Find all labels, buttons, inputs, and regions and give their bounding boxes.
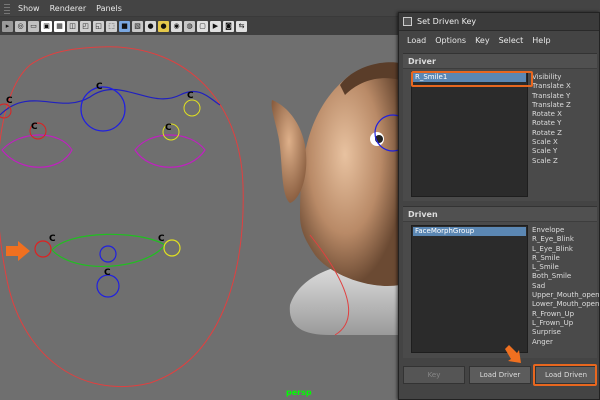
driver-attribute-list[interactable]: Visibility Translate X Translate Y Translat…: [530, 73, 597, 166]
playblast-icon[interactable]: ▶: [210, 20, 221, 32]
driven-attribute-item[interactable]: L_Smile: [530, 263, 597, 272]
use-lights-icon[interactable]: ●: [145, 20, 156, 32]
driver-attribute-item[interactable]: Scale Y: [530, 147, 597, 156]
window-title: Set Driven Key: [417, 17, 477, 26]
wireframe-cube-icon[interactable]: ⬚: [106, 20, 117, 32]
driven-attribute-item[interactable]: Upper_Mouth_open: [530, 291, 600, 300]
xray-icon[interactable]: ◍: [184, 20, 195, 32]
safe-action-icon[interactable]: ◱: [93, 20, 104, 32]
menu-panels[interactable]: Panels: [96, 4, 122, 13]
snapshot-icon[interactable]: ◙: [223, 20, 234, 32]
driven-attribute-item[interactable]: L_Frown_Up: [530, 319, 597, 328]
textured-icon[interactable]: ▧: [132, 20, 143, 32]
isolate-icon[interactable]: ▢: [197, 20, 208, 32]
film-gate-icon[interactable]: ◫: [67, 20, 78, 32]
driver-heading: Driver: [403, 54, 597, 69]
window-titlebar[interactable]: Set Driven Key: [399, 13, 599, 31]
driven-attribute-item[interactable]: Both_Smile: [530, 272, 597, 281]
driver-attribute-item[interactable]: Translate Y: [530, 92, 597, 101]
arrow-icon: [6, 241, 30, 261]
character-head: [271, 62, 412, 336]
driven-attribute-list[interactable]: Envelope R_Eye_Blink L_Eye_Blink R_Smile L_S…: [530, 226, 600, 347]
load-driver-button[interactable]: Load Driver: [469, 366, 531, 384]
shadows-icon[interactable]: ●: [158, 20, 169, 32]
driver-attribute-item[interactable]: Translate X: [530, 82, 597, 91]
driver-attribute-item[interactable]: Scale Z: [530, 157, 597, 166]
driver-attribute-item[interactable]: Visibility: [530, 73, 597, 82]
driver-object-list[interactable]: R_Smile1: [411, 71, 528, 197]
driven-attribute-item[interactable]: R_Smile: [530, 254, 597, 263]
ear: [271, 100, 307, 203]
load-driven-button[interactable]: Load Driven: [535, 366, 597, 384]
jaw-control: [96, 274, 120, 298]
driven-object-list[interactable]: FaceMorphGroup: [411, 225, 528, 353]
image-plane-icon[interactable]: ▣: [41, 20, 52, 32]
left-eye-shape: [1, 134, 73, 168]
menu-key[interactable]: Key: [475, 36, 490, 45]
arrow-icon: [505, 345, 521, 363]
driven-attribute-item[interactable]: Envelope: [530, 226, 597, 235]
select-icon[interactable]: ▸: [2, 20, 13, 32]
camera-label: persp: [286, 388, 312, 397]
menu-options[interactable]: Options: [435, 36, 466, 45]
brow-right-control: [183, 99, 201, 117]
sdk-button-bar: Key Load Driver Load Driven: [403, 366, 597, 388]
high-quality-icon[interactable]: ◉: [171, 20, 182, 32]
driver-object-item[interactable]: R_Smile1: [413, 73, 526, 82]
driver-attribute-item[interactable]: Rotate X: [530, 110, 597, 119]
resolution-gate-icon[interactable]: ◰: [80, 20, 91, 32]
driven-attribute-item[interactable]: R_Eye_Blink: [530, 235, 597, 244]
driven-heading: Driven: [403, 207, 597, 222]
share-icon[interactable]: ⇆: [236, 20, 247, 32]
upper-lip-control: [99, 245, 117, 263]
brow-center-control: [80, 86, 126, 132]
driven-attribute-item[interactable]: Lower_Mouth_open: [530, 300, 599, 309]
control-letter: C: [49, 234, 56, 244]
menu-load[interactable]: Load: [407, 36, 426, 45]
driven-attribute-item[interactable]: Anger: [530, 338, 597, 347]
control-letter: C: [31, 122, 38, 132]
driver-attribute-item[interactable]: Rotate Z: [530, 129, 597, 138]
smooth-shade-icon[interactable]: ■: [119, 20, 130, 32]
control-letter: C: [104, 268, 111, 278]
driven-attribute-item[interactable]: Surprise: [530, 328, 597, 337]
set-driven-key-window: Set Driven Key Load Options Key Select H…: [398, 12, 600, 400]
sdk-menubar: Load Options Key Select Help: [399, 31, 599, 49]
bookmark-icon[interactable]: ▭: [28, 20, 39, 32]
window-icon: [403, 17, 412, 26]
driver-attribute-item[interactable]: Translate Z: [530, 101, 597, 110]
driven-attribute-item[interactable]: R_Frown_Up: [530, 310, 597, 319]
menu-renderer[interactable]: Renderer: [50, 4, 87, 13]
camera-icon[interactable]: ◎: [15, 20, 26, 32]
driven-attribute-item[interactable]: L_Eye_Blink: [530, 245, 597, 254]
driven-attribute-item[interactable]: Sad: [530, 282, 597, 291]
control-letter: C: [187, 91, 194, 101]
control-letter: C: [6, 96, 13, 106]
control-letter: C: [165, 123, 172, 133]
menu-select[interactable]: Select: [499, 36, 524, 45]
driven-object-item[interactable]: FaceMorphGroup: [413, 227, 526, 236]
key-button[interactable]: Key: [403, 366, 465, 384]
control-letter: C: [158, 234, 165, 244]
smile-left-control: [163, 239, 181, 257]
control-letter: C: [96, 82, 103, 92]
driver-attribute-item[interactable]: Rotate Y: [530, 119, 597, 128]
driver-attribute-item[interactable]: Scale X: [530, 138, 597, 147]
grid-icon[interactable]: ▦: [54, 20, 65, 32]
grip-icon: [4, 2, 10, 14]
menu-help[interactable]: Help: [532, 36, 550, 45]
menu-show[interactable]: Show: [18, 4, 40, 13]
